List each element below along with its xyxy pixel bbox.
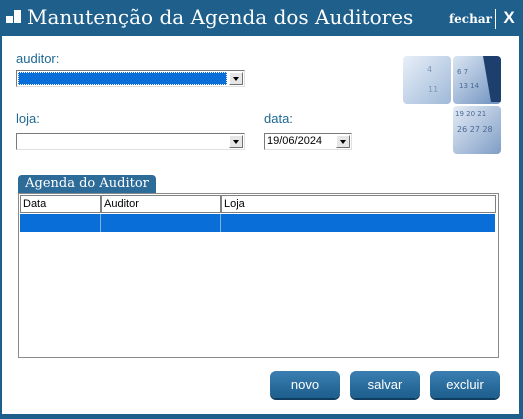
date-picker[interactable]: 19/06/2024 [264, 133, 352, 150]
content-panel: auditor: loja: data: 19/06/2024 4 11 6 7… [2, 36, 519, 414]
loja-label: loja: [16, 111, 40, 126]
auditor-label: auditor: [16, 51, 60, 66]
title-divider [495, 9, 496, 29]
chevron-down-icon[interactable] [229, 135, 243, 148]
salvar-button[interactable]: salvar [350, 371, 420, 398]
close-link[interactable]: fechar [449, 12, 492, 26]
table-cell-auditor [101, 214, 221, 232]
svg-text:26 27 28: 26 27 28 [457, 125, 493, 134]
column-header-loja[interactable]: Loja [221, 195, 496, 213]
window-title: Manutenção da Agenda dos Auditores [27, 5, 414, 29]
table-row[interactable] [20, 214, 495, 232]
agenda-grid[interactable]: Data Auditor Loja [18, 193, 499, 358]
svg-text:11: 11 [428, 85, 438, 94]
chevron-down-icon[interactable] [229, 72, 243, 85]
column-header-data[interactable]: Data [20, 195, 101, 213]
auditor-selection-highlight [18, 72, 227, 85]
svg-text:4: 4 [427, 65, 432, 74]
app-window: Manutenção da Agenda dos Auditores fecha… [0, 0, 523, 419]
date-value: 19/06/2024 [267, 135, 323, 147]
table-cell-data [20, 214, 101, 232]
novo-button[interactable]: novo [270, 371, 340, 398]
data-label: data: [264, 111, 293, 126]
app-icon [6, 10, 22, 24]
calendar-icon: 4 11 [403, 56, 451, 104]
chevron-down-icon[interactable] [336, 135, 350, 148]
close-icon[interactable]: X [500, 7, 518, 29]
excluir-button[interactable]: excluir [430, 371, 500, 398]
svg-text:6 7: 6 7 [457, 68, 468, 76]
calendar-icon: 19 20 21 26 27 28 [453, 106, 501, 154]
title-bar: Manutenção da Agenda dos Auditores fecha… [0, 0, 523, 36]
column-header-auditor[interactable]: Auditor [101, 195, 221, 213]
table-cell-loja [221, 214, 495, 232]
calendar-icon: 6 7 13 14 [453, 56, 501, 104]
svg-text:19 20 21: 19 20 21 [455, 110, 486, 118]
loja-select[interactable] [16, 133, 245, 150]
tab-agenda-do-auditor[interactable]: Agenda do Auditor [18, 175, 156, 193]
auditor-select[interactable] [16, 70, 245, 87]
svg-text:13 14: 13 14 [459, 82, 480, 90]
